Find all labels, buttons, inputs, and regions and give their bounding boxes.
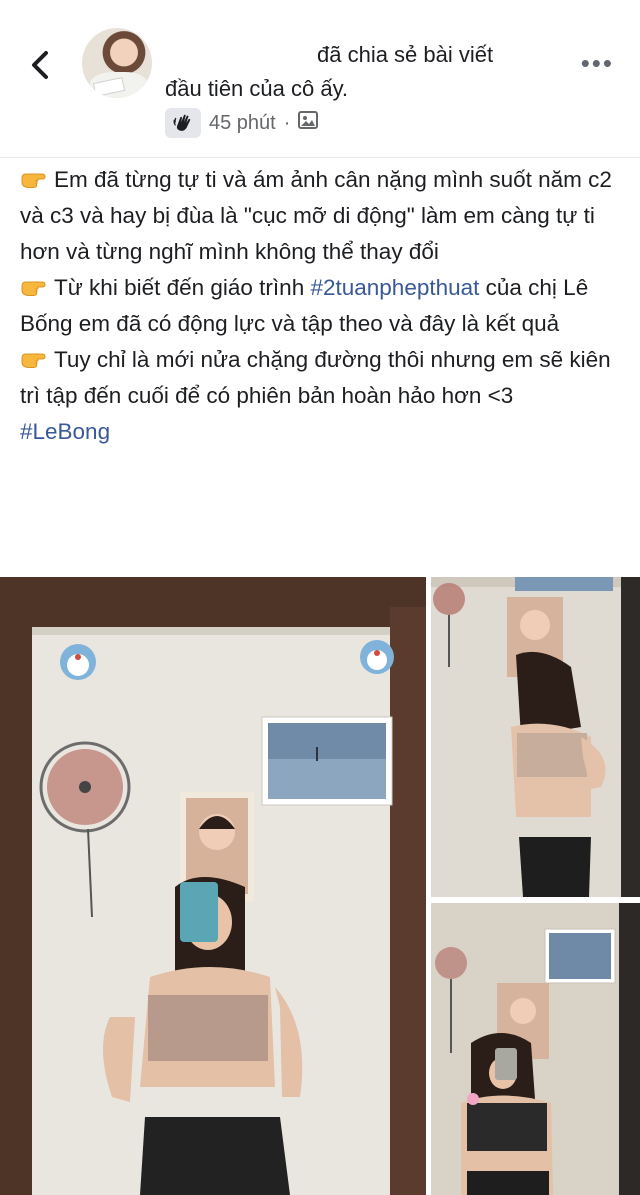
post-text: Tuy chỉ là mới nửa chặng đường thôi nhưn… <box>20 347 611 408</box>
post-photo-bottom-right[interactable] <box>431 903 640 1195</box>
more-options-button[interactable]: ••• <box>581 50 614 76</box>
post-photo-main[interactable] <box>0 577 426 1195</box>
chevron-left-icon <box>32 51 48 79</box>
photo-grid <box>0 577 640 1195</box>
post-meta: 45 phút · <box>165 108 319 138</box>
post-paragraph: Từ khi biết đến giáo trình #2tuanphepthu… <box>20 270 620 342</box>
meta-separator: · <box>283 111 291 134</box>
avatar[interactable] <box>82 28 152 98</box>
hashtag-link[interactable]: #LeBong <box>20 414 620 450</box>
wall-sticker-left <box>60 644 96 680</box>
pointing-hand-icon <box>21 173 46 188</box>
post-time[interactable]: 45 phút <box>209 112 276 135</box>
pointing-hand-icon <box>21 281 46 296</box>
pointing-hand-icon <box>21 353 46 368</box>
post-header: đã chia sẻ bài viết đầu tiên của cô ấy. … <box>0 0 640 158</box>
post-title: đã chia sẻ bài viết đầu tiên của cô ấy. <box>165 38 565 106</box>
back-button[interactable] <box>26 48 56 82</box>
post-text: Từ khi biết đến giáo trình <box>54 275 311 300</box>
post-title-line2: đầu tiên của cô ấy. <box>165 76 349 101</box>
photo-icon <box>298 111 319 135</box>
post-photo-top-right[interactable] <box>431 577 640 897</box>
post-title-line1: đã chia sẻ bài viết <box>317 42 494 67</box>
post-paragraph: Em đã từng tự ti và ám ảnh cân nặng mình… <box>20 162 620 270</box>
post-text: Em đã từng tự ti và ám ảnh cân nặng mình… <box>20 167 612 264</box>
waving-hand-icon <box>165 108 201 138</box>
post-paragraph: Tuy chỉ là mới nửa chặng đường thôi nhưn… <box>20 342 620 414</box>
wall-sticker-right <box>360 640 394 674</box>
post-body: Em đã từng tự ti và ám ảnh cân nặng mình… <box>20 162 620 450</box>
hashtag-link[interactable]: #2tuanphepthuat <box>310 275 479 300</box>
